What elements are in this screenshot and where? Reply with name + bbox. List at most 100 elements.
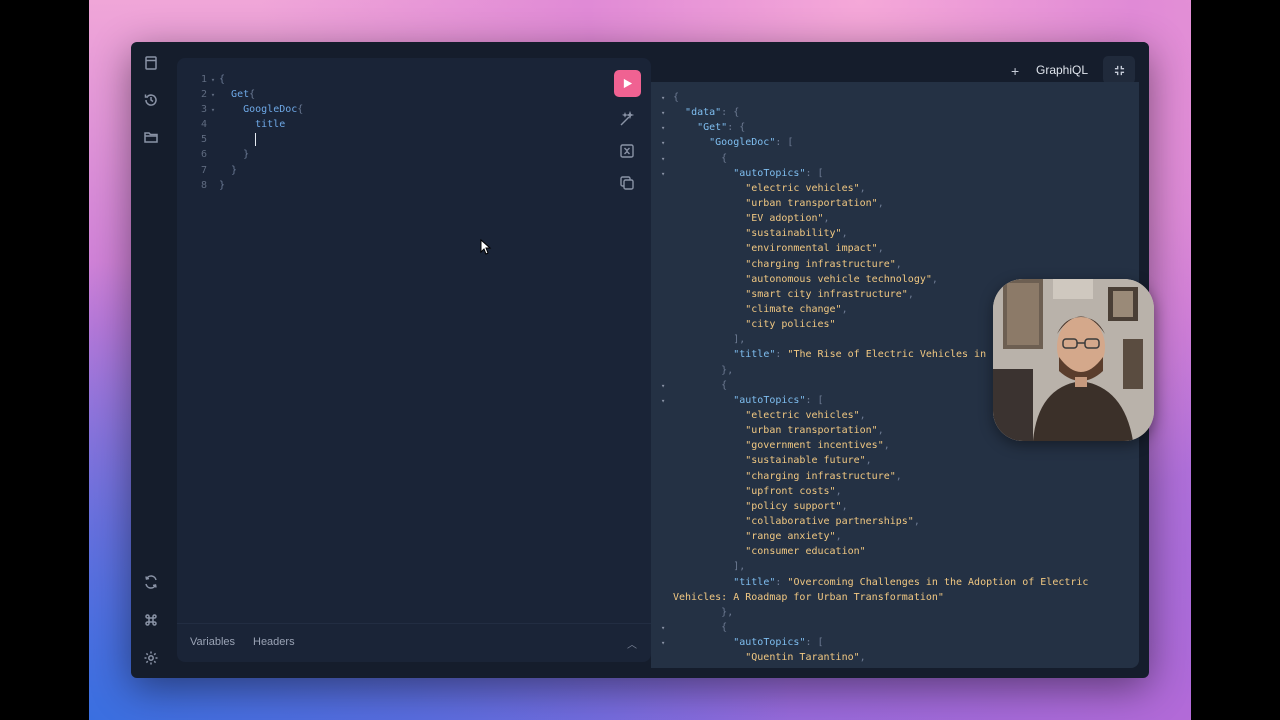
fold-arrow-icon[interactable]: ▾ — [661, 394, 673, 409]
line-number: 6 — [200, 149, 207, 161]
code-line[interactable]: 2 ▾ Get{ — [191, 87, 303, 102]
code-line[interactable]: 6 } — [191, 147, 303, 162]
response-line: ▾ "Get": { — [661, 120, 1088, 135]
json-string: "Overcoming Challenges in the Adoption o… — [787, 576, 1089, 588]
fold-arrow-icon[interactable]: ▾ — [661, 106, 673, 121]
json-string: "electric vehicles" — [745, 409, 860, 421]
json-punctuation: , — [877, 425, 884, 437]
response-line: ▾ "data": { — [661, 105, 1088, 120]
response-line: "EV adoption", — [661, 211, 1088, 226]
fold-arrow-icon[interactable]: ▾ — [207, 73, 219, 88]
line-number: 7 — [200, 164, 207, 176]
code-line[interactable]: 7 } — [191, 163, 303, 178]
json-punctuation: : — [775, 576, 788, 588]
docs-icon[interactable] — [141, 53, 161, 73]
merge-fragments-icon[interactable] — [619, 143, 635, 159]
json-key: "autoTopics" — [733, 394, 806, 406]
json-punctuation: , — [841, 500, 848, 512]
fold-arrow-icon[interactable]: ▾ — [661, 152, 673, 167]
json-punctuation: : { — [727, 122, 746, 134]
response-line: Vehicles: A Roadmap for Urban Transforma… — [661, 590, 1088, 605]
copy-query-icon[interactable] — [619, 175, 635, 191]
tab-headers[interactable]: Headers — [253, 636, 295, 648]
json-string: "charging infrastructure" — [745, 470, 896, 482]
json-punctuation: }, — [721, 364, 734, 376]
json-punctuation: , — [895, 258, 902, 270]
history-icon[interactable] — [141, 90, 161, 110]
json-punctuation: : [ — [775, 137, 794, 149]
tab-variables[interactable]: Variables — [190, 636, 235, 648]
chevron-up-icon[interactable]: ︿ — [627, 636, 637, 651]
code-line[interactable]: 4 title — [191, 117, 303, 132]
code-line[interactable]: 3 ▾ GoogleDoc{ — [191, 102, 303, 117]
json-punctuation: , — [841, 303, 848, 315]
fold-arrow-icon[interactable]: ▾ — [661, 379, 673, 394]
json-punctuation: , — [931, 273, 938, 285]
response-line: "sustainable future", — [661, 453, 1088, 468]
json-string: "collaborative partnerships" — [745, 515, 914, 527]
settings-icon[interactable] — [141, 648, 161, 668]
text-caret — [255, 132, 257, 146]
query-code[interactable]: 1 ▾{2 ▾ Get{3 ▾ GoogleDoc{4 title 5 6 } 7 } 8} — [191, 72, 303, 193]
line-number: 1 — [200, 74, 207, 85]
response-line: "consumer education" — [661, 544, 1088, 559]
json-punctuation: { — [673, 92, 680, 103]
json-string: "government incentives" — [745, 440, 884, 452]
refresh-icon[interactable] — [141, 572, 161, 592]
response-line: "range anxiety", — [661, 529, 1088, 544]
fold-arrow-icon[interactable]: ▾ — [661, 167, 673, 182]
response-line: }, — [661, 605, 1088, 620]
json-punctuation: { — [721, 621, 728, 633]
json-string: "climate change" — [745, 303, 842, 315]
fold-arrow-icon[interactable]: ▾ — [207, 88, 219, 103]
fold-arrow-icon[interactable]: ▾ — [661, 621, 673, 636]
query-brace: } — [219, 179, 226, 191]
response-line: "urban transportation", — [661, 196, 1088, 211]
json-string: "sustainable future" — [745, 455, 866, 467]
app-title: GraphiQL — [1036, 63, 1089, 77]
fold-arrow-icon[interactable]: ▾ — [661, 636, 673, 651]
collapse-button[interactable] — [1103, 56, 1135, 84]
mouse-cursor-icon — [480, 239, 492, 255]
code-line[interactable]: 5 — [191, 132, 303, 147]
shortcut-icon[interactable] — [141, 610, 161, 630]
json-string: "urban transportation" — [745, 425, 878, 437]
folder-icon[interactable] — [141, 127, 161, 147]
code-line[interactable]: 1 ▾{ — [191, 72, 303, 87]
line-number: 8 — [200, 179, 207, 191]
run-query-button[interactable] — [614, 70, 641, 97]
json-key: "GoogleDoc" — [709, 137, 776, 149]
json-punctuation: }, — [721, 606, 734, 618]
json-punctuation: , — [859, 182, 866, 194]
code-line[interactable]: 8} — [191, 178, 303, 193]
line-number: 5 — [200, 134, 207, 146]
response-line: "environmental impact", — [661, 241, 1088, 256]
prettify-icon[interactable] — [619, 110, 635, 127]
json-key: "data" — [685, 107, 722, 119]
json-punctuation: : — [775, 349, 788, 361]
line-number: 4 — [200, 119, 207, 131]
json-string: "EV adoption" — [745, 213, 824, 225]
query-editor[interactable]: 1 ▾{2 ▾ Get{3 ▾ GoogleDoc{4 title 5 6 } 7 } 8}… — [177, 58, 651, 662]
response-line: "charging infrastructure", — [661, 469, 1088, 484]
json-punctuation: : [ — [805, 394, 824, 406]
fold-arrow-icon[interactable]: ▾ — [661, 91, 673, 106]
json-key: "Get" — [697, 122, 728, 134]
fold-arrow-icon[interactable]: ▾ — [661, 121, 673, 136]
fold-arrow-icon[interactable]: ▾ — [661, 136, 673, 151]
json-punctuation: , — [859, 409, 866, 421]
query-brace: } — [231, 164, 238, 176]
fold-arrow-icon[interactable]: ▾ — [207, 103, 219, 118]
response-line: ▾ "autoTopics": [ — [661, 166, 1088, 181]
query-field: GoogleDoc — [243, 104, 298, 116]
response-line: ], — [661, 559, 1088, 574]
json-string: "smart city infrastructure" — [745, 288, 908, 300]
line-number: 2 — [200, 89, 207, 101]
json-string: "policy support" — [745, 500, 842, 512]
add-tab-button[interactable]: + — [1011, 63, 1019, 79]
json-punctuation: , — [913, 515, 920, 527]
json-string: Vehicles: A Roadmap for Urban Transforma… — [673, 591, 944, 603]
response-line: "electric vehicles", — [661, 181, 1088, 196]
response-line: "title": "Overcoming Challenges in the A… — [661, 575, 1088, 590]
response-line: ▾ "autoTopics": [ — [661, 635, 1088, 650]
